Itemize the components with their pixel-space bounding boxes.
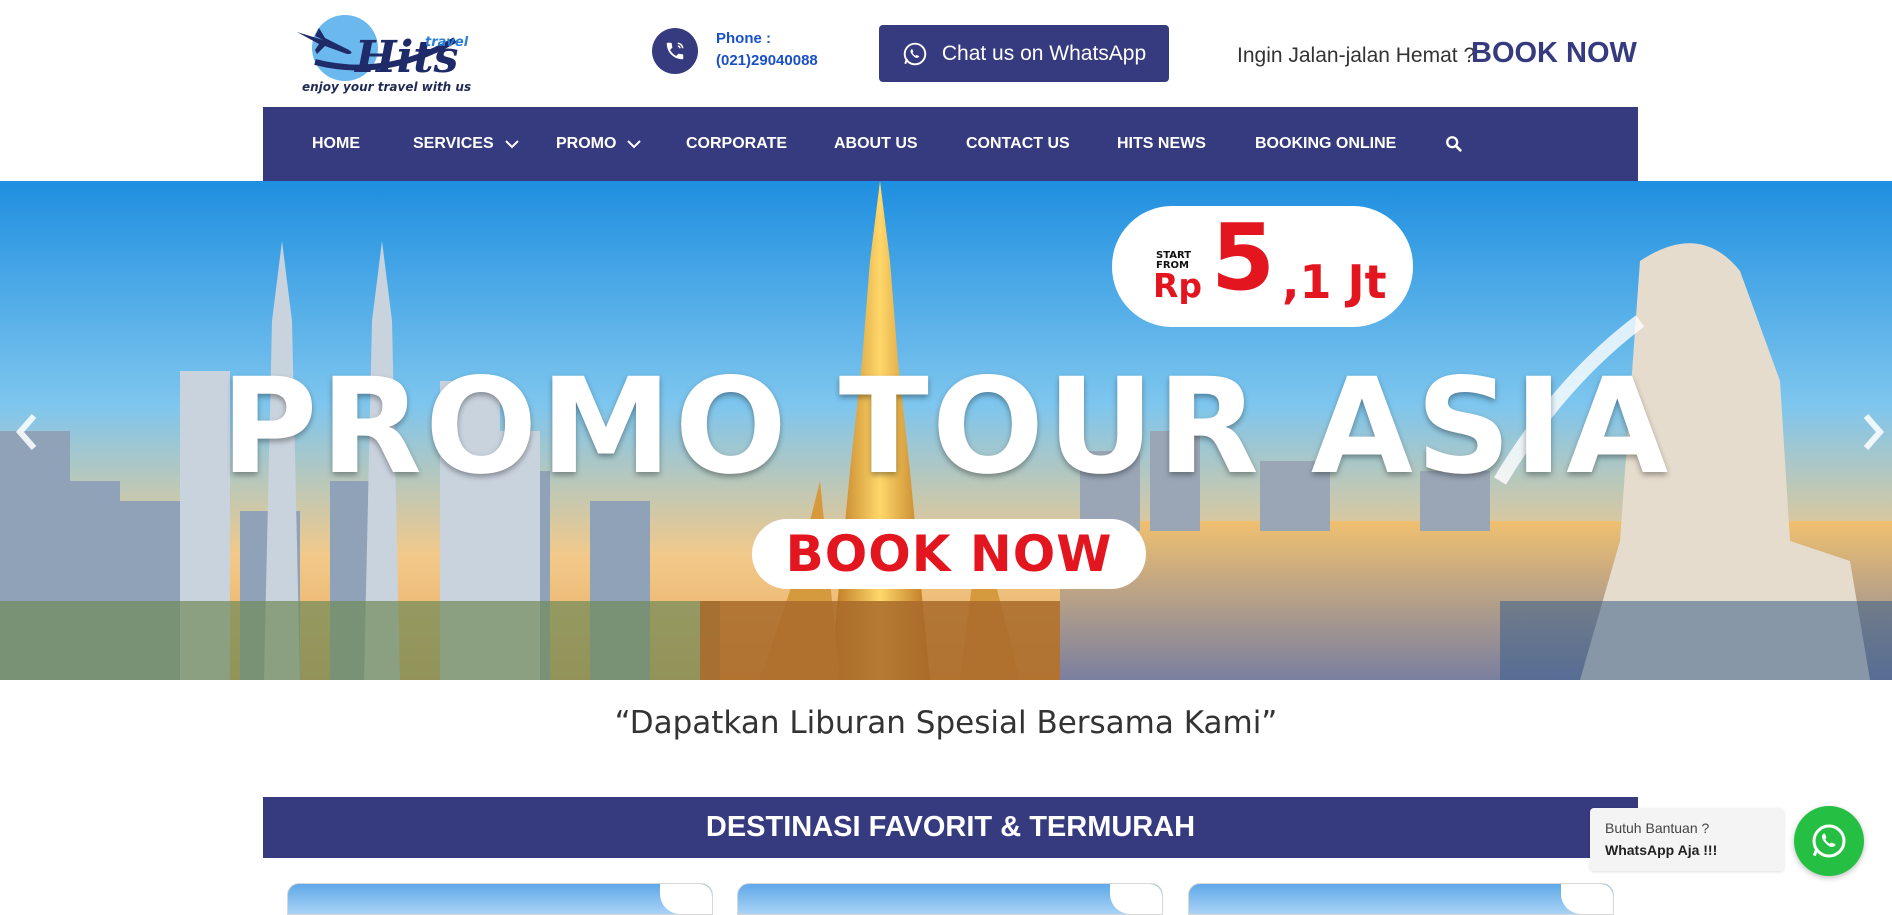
main-nav: HOME SERVICES PROMO CORPORATE ABOUT US C…	[263, 107, 1638, 181]
price-main: 5	[1211, 204, 1276, 311]
whatsapp-button-label: Chat us on WhatsApp	[941, 41, 1147, 65]
destinations-heading: DESTINASI FAVORIT & TERMURAH	[263, 797, 1638, 858]
nav-promo[interactable]: PROMO	[556, 107, 642, 181]
destination-card[interactable]	[737, 883, 1163, 915]
phone-icon[interactable]	[652, 28, 698, 74]
whatsapp-chat-button[interactable]: Chat us on WhatsApp	[879, 25, 1169, 82]
help-tooltip[interactable]	[1590, 808, 1784, 871]
nav-label: SERVICES	[413, 135, 494, 152]
card-logo-badge	[1561, 884, 1613, 914]
book-now-link[interactable]: BOOK NOW	[1471, 37, 1637, 70]
phone-label: Phone :	[716, 30, 771, 47]
nav-label: ABOUT US	[834, 135, 918, 152]
card-logo-badge	[1110, 884, 1162, 914]
help-line-1: Butuh Bantuan ?	[1605, 820, 1710, 836]
promo-question: Ingin Jalan-jalan Hemat ?	[1237, 44, 1476, 67]
chevron-down-icon	[627, 140, 642, 149]
svg-text:travel: travel	[425, 35, 469, 50]
hero-title: PROMO TOUR ASIA	[220, 350, 1672, 504]
nav-label: HOME	[312, 135, 360, 152]
search-icon	[1446, 136, 1462, 152]
chevron-down-icon	[504, 140, 519, 149]
hero-book-now-button[interactable]: BOOK NOW	[752, 519, 1146, 589]
nav-about-us[interactable]: ABOUT US	[834, 107, 918, 181]
logo-tagline: enjoy your travel with us	[302, 80, 472, 94]
nav-corporate[interactable]: CORPORATE	[686, 107, 787, 181]
price-currency: Rp	[1153, 266, 1203, 305]
nav-home[interactable]: HOME	[312, 107, 360, 181]
card-logo-badge	[660, 884, 712, 914]
nav-hits-news[interactable]: HITS NEWS	[1117, 107, 1206, 181]
phone-number[interactable]: (021)29040088	[716, 52, 818, 69]
nav-contact-us[interactable]: CONTACT US	[966, 107, 1070, 181]
price-rest: ,1 Jt	[1282, 255, 1387, 309]
nav-label: CONTACT US	[966, 135, 1070, 152]
whatsapp-icon	[903, 42, 927, 65]
destination-card[interactable]	[287, 883, 713, 915]
nav-services[interactable]: SERVICES	[413, 107, 520, 181]
nav-label: BOOKING ONLINE	[1255, 135, 1397, 152]
nav-label: PROMO	[556, 135, 617, 152]
nav-label: HITS NEWS	[1117, 135, 1206, 152]
whatsapp-icon	[1812, 824, 1846, 858]
nav-label: CORPORATE	[686, 135, 788, 152]
whatsapp-float-button[interactable]	[1794, 806, 1864, 876]
destination-card[interactable]	[1188, 883, 1614, 915]
help-line-2: WhatsApp Aja !!!	[1605, 842, 1718, 858]
search-button[interactable]	[1445, 107, 1463, 181]
nav-booking-online[interactable]: BOOKING ONLINE	[1255, 107, 1396, 181]
page-tagline: “Dapatkan Liburan Spesial Bersama Kami”	[614, 705, 1278, 741]
